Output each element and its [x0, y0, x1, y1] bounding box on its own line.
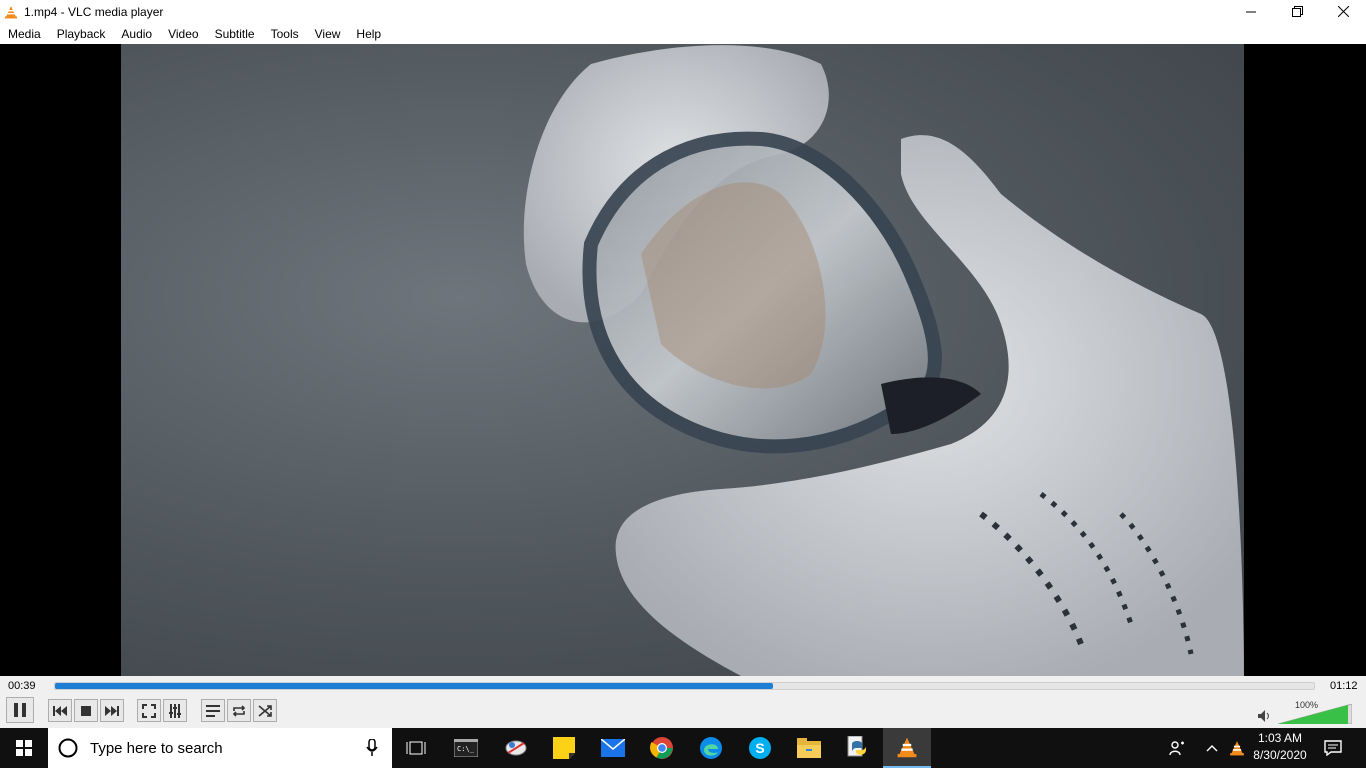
task-view-icon — [406, 741, 426, 755]
snip-icon — [505, 740, 527, 756]
sticky-notes-icon — [553, 737, 575, 759]
clock-time: 1:03 AM — [1257, 731, 1303, 745]
menu-audio[interactable]: Audio — [113, 27, 160, 41]
search-placeholder: Type here to search — [90, 739, 223, 757]
taskbar: Type here to search C:\_ S 1:03 AM 8/30/… — [0, 728, 1366, 768]
taskbar-search[interactable]: Type here to search — [48, 728, 392, 768]
shuffle-icon — [258, 704, 272, 717]
seek-bar[interactable] — [54, 682, 1315, 690]
menu-media[interactable]: Media — [0, 27, 49, 41]
taskbar-vlc[interactable] — [883, 728, 931, 768]
menu-subtitle[interactable]: Subtitle — [207, 27, 263, 41]
total-time: 01:12 — [1330, 680, 1358, 692]
close-icon — [1337, 6, 1349, 17]
pause-button[interactable] — [6, 697, 34, 723]
menu-playback[interactable]: Playback — [49, 27, 114, 41]
vlc-cone-icon — [5, 5, 17, 18]
extended-settings-button[interactable] — [163, 699, 187, 722]
taskbar-skype[interactable]: S — [736, 728, 784, 768]
video-frame — [121, 44, 1244, 676]
equalizer-icon — [169, 703, 181, 718]
minimize-button[interactable] — [1228, 0, 1274, 23]
taskbar-python[interactable] — [834, 728, 882, 768]
previous-icon — [53, 705, 67, 716]
svg-text:S: S — [755, 740, 764, 756]
chrome-icon — [650, 737, 673, 759]
search-icon — [58, 738, 78, 758]
taskbar-terminal[interactable]: C:\_ — [442, 728, 490, 768]
people-button[interactable] — [1162, 728, 1192, 768]
menu-view[interactable]: View — [307, 27, 349, 41]
next-icon — [105, 705, 119, 716]
taskbar-edge[interactable] — [687, 728, 735, 768]
title-bar: 1.mp4 - VLC media player — [0, 0, 1366, 23]
volume-slider[interactable] — [1278, 704, 1352, 724]
taskbar-snip[interactable] — [492, 728, 540, 768]
python-icon — [847, 736, 866, 757]
pause-icon — [14, 703, 26, 717]
vlc-tray-icon — [1230, 741, 1244, 756]
fullscreen-button[interactable] — [137, 699, 161, 722]
loop-icon — [232, 704, 246, 717]
system-clock[interactable]: 1:03 AM 8/30/2020 — [1248, 730, 1312, 764]
playlist-icon — [206, 704, 220, 717]
close-button[interactable] — [1320, 0, 1366, 23]
video-area[interactable] — [0, 44, 1366, 676]
video-content — [523, 45, 1244, 676]
menu-video[interactable]: Video — [160, 27, 206, 41]
terminal-icon: C:\_ — [454, 739, 478, 757]
menu-bar: Media Playback Audio Video Subtitle Tool… — [0, 23, 1366, 44]
microphone-icon[interactable] — [366, 739, 378, 757]
taskbar-file-explorer[interactable] — [785, 728, 833, 768]
volume-control[interactable]: 100% — [1258, 700, 1358, 724]
window-controls — [1228, 0, 1366, 23]
menu-help[interactable]: Help — [348, 27, 389, 41]
restore-icon — [1291, 6, 1303, 17]
edge-icon — [700, 737, 722, 759]
restore-button[interactable] — [1274, 0, 1320, 23]
taskbar-mail[interactable] — [589, 728, 637, 768]
svg-text:C:\_: C:\_ — [457, 745, 475, 753]
taskbar-chrome[interactable] — [638, 728, 686, 768]
minimize-icon — [1246, 11, 1256, 12]
player-controls: 00:39 01:12 100% — [0, 676, 1366, 728]
show-hidden-icons-button[interactable] — [1200, 728, 1224, 768]
tray-vlc[interactable] — [1226, 728, 1248, 768]
action-center-button[interactable] — [1316, 728, 1350, 768]
skype-icon: S — [749, 737, 771, 759]
windows-logo-icon — [16, 740, 32, 756]
taskbar-sticky-notes[interactable] — [540, 728, 588, 768]
mail-icon — [601, 739, 625, 757]
speaker-icon — [1258, 710, 1269, 722]
start-button[interactable] — [0, 728, 48, 768]
playlist-button[interactable] — [201, 699, 225, 722]
vlc-icon — [897, 737, 917, 758]
menu-tools[interactable]: Tools — [263, 27, 307, 41]
seek-progress — [55, 683, 773, 689]
stop-button[interactable] — [74, 699, 98, 722]
fullscreen-icon — [142, 703, 156, 718]
chevron-up-icon — [1206, 745, 1218, 752]
notification-icon — [1324, 740, 1342, 756]
file-explorer-icon — [797, 738, 821, 758]
window-title: 1.mp4 - VLC media player — [24, 4, 164, 19]
task-view-button[interactable] — [392, 728, 440, 768]
next-button[interactable] — [100, 699, 124, 722]
stop-icon — [81, 705, 91, 716]
people-icon — [1169, 741, 1184, 756]
previous-button[interactable] — [48, 699, 72, 722]
clock-date: 8/30/2020 — [1253, 748, 1307, 762]
loop-button[interactable] — [227, 699, 251, 722]
elapsed-time: 00:39 — [8, 680, 36, 692]
shuffle-button[interactable] — [253, 699, 277, 722]
